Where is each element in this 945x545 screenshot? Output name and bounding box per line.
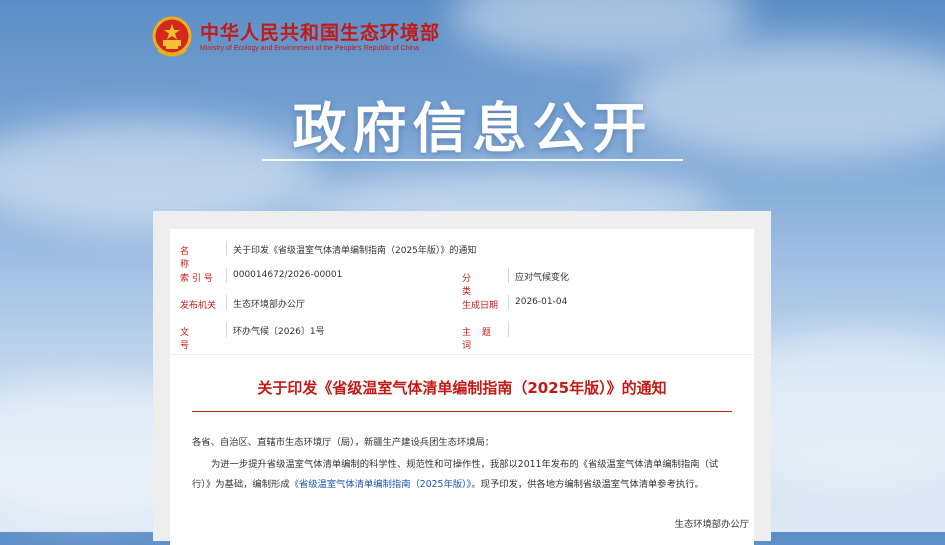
divider [226,268,227,283]
document-metadata: 名 称 关于印发《省级温室气体清单编制指南（2025年版）》的通知 索 引 号 … [170,229,754,354]
date-value: 2026-01-04 [515,297,568,307]
doc-no-label: 文 号 [180,328,198,351]
divider [508,322,509,337]
ministry-name-cn[interactable]: 中华人民共和国生态环境部 [200,22,440,44]
title-underline [262,159,683,161]
divider [226,322,227,337]
index-label: 索 引 号 [180,274,213,284]
body-text-1: 为进一步提升省级温室气体清单编制的科学性、规范性和可操作性，我部以2011年发布… [211,459,681,470]
signoff: 生态环境部办公厅 [674,519,749,530]
doc-no-value: 环办气候〔2026〕1号 [233,327,325,337]
document-title: 关于印发《省级温室气体清单编制指南（2025年版）》的通知 [257,379,667,397]
site-header: 中华人民共和国生态环境部 Ministry of Ecology and Env… [152,14,440,62]
divider [226,295,227,310]
document-content: 关于印发《省级温室气体清单编制指南（2025年版）》的通知 各省、自治区、直辖市… [170,355,754,545]
body-text-4: 体清单参考执行。 [629,479,704,490]
main-panel: 名 称 关于印发《省级温室气体清单编制指南（2025年版）》的通知 索 引 号 … [153,211,771,545]
addressee: 各省、自治区、直辖市生态环境厅（局），新疆生产建设兵团生态环境局： [192,437,495,448]
issuer-value: 生态环境部办公厅 [233,300,306,310]
meta-row-issuer: 发布机关 生态环境部办公厅 生成日期 2026-01-04 [170,290,754,316]
meta-row-index: 索 引 号 000014672/2026-00001 分 类 应对气候变化 [170,263,754,297]
divider [226,241,227,256]
subject-label: 主 题 词 [462,328,495,351]
national-emblem-icon[interactable] [152,16,192,60]
issuer-label: 发布机关 [180,301,217,311]
meta-row-docno: 文 号 环办气候〔2026〕1号 主 题 词 [170,317,754,351]
name-value: 关于印发《省级温室气体清单编制指南（2025年版）》的通知 [233,246,477,256]
divider [508,295,509,310]
meta-row-name: 名 称 关于印发《省级温室气体清单编制指南（2025年版）》的通知 [170,236,754,270]
title-rule [192,411,732,412]
divider [508,268,509,283]
page-title: 政府信息公开 [292,97,653,160]
body-text-3: 。现予印发，供各地方编制省级温室气 [471,479,630,490]
guide-link[interactable]: 《省级温室气体清单编制指南（2025年版）》 [290,479,472,490]
body-paragraph: 为进一步提升省级温室气体清单编制的科学性、规范性和可操作性，我部以2011年发布… [192,455,732,495]
index-value: 000014672/2026-00001 [233,270,343,280]
category-value: 应对气候变化 [515,273,570,283]
ministry-name-en: Ministry of Ecology and Environment of t… [200,45,419,52]
date-label: 生成日期 [462,301,499,311]
